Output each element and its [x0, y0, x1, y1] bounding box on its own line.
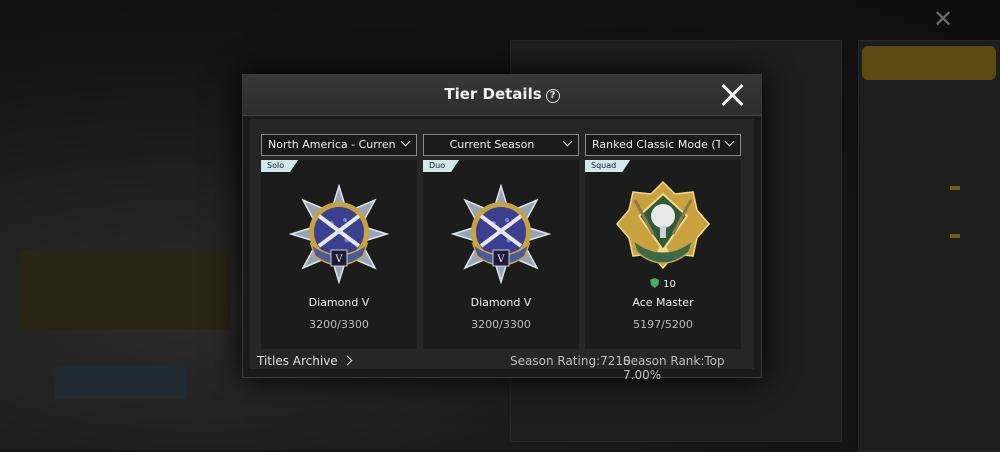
tier-points: 5197/5200 — [633, 318, 693, 331]
chevron-right-icon — [342, 355, 353, 366]
modal-body: North America - Current Current Season R… — [250, 119, 754, 369]
season-rank: Season Rank:Top 7.00% — [623, 354, 725, 382]
chevron-down-icon — [400, 136, 411, 147]
ace-master-badge-icon — [616, 180, 710, 270]
season-dropdown[interactable]: Current Season — [423, 134, 579, 156]
tier-name: Diamond V — [308, 296, 370, 309]
tier-points: 3200/3300 — [309, 318, 369, 331]
region-dropdown-value: North America - Current — [268, 138, 396, 151]
tier-name: Ace Master — [632, 296, 694, 309]
season-rating: Season Rating:7210 — [510, 354, 631, 368]
tier-card-duo[interactable]: Duo V Diamond V 3200/3300 — [423, 160, 579, 349]
region-dropdown[interactable]: North America - Current — [261, 134, 417, 156]
mode-tag: Duo — [423, 160, 459, 172]
mode-dropdown-value: Ranked Classic Mode (TPP) — [592, 138, 720, 151]
background-button — [55, 365, 187, 399]
titles-archive-link[interactable]: Titles Archive — [257, 354, 353, 368]
titles-archive-label: Titles Archive — [257, 354, 338, 368]
tier-name: Diamond V — [470, 296, 532, 309]
background-side-menu — [858, 40, 1000, 452]
background-close-icon: ✕ — [933, 5, 954, 33]
tier-details-modal: Tier Details? North America - Current Cu… — [242, 74, 762, 382]
modal-header: Tier Details? — [243, 75, 761, 116]
background-active-tab — [862, 46, 996, 80]
level-row: 10 — [585, 278, 741, 290]
help-icon[interactable]: ? — [545, 89, 560, 103]
mode-tag: Squad — [585, 160, 630, 172]
svg-text:V: V — [496, 254, 505, 265]
diamond-badge-icon: V — [451, 184, 551, 284]
chevron-down-icon — [562, 136, 573, 147]
close-icon[interactable] — [719, 81, 747, 109]
mode-tag: Solo — [261, 160, 298, 172]
tier-card-squad[interactable]: Squad 10 Ace Master 5197/5200 — [585, 160, 741, 349]
diamond-badge-icon: V — [289, 184, 389, 284]
background-chip — [950, 186, 960, 190]
mode-dropdown[interactable]: Ranked Classic Mode (TPP) — [585, 134, 741, 156]
shield-icon — [650, 278, 660, 288]
tier-points: 3200/3300 — [471, 318, 531, 331]
background-chip — [950, 234, 960, 238]
chevron-down-icon — [724, 136, 735, 147]
level-value: 10 — [663, 279, 676, 290]
modal-title: Tier Details? — [243, 85, 761, 103]
tier-card-solo[interactable]: Solo V Diamond V 3200/3300 — [261, 160, 417, 349]
modal-title-text: Tier Details — [444, 85, 542, 103]
season-dropdown-value: Current Season — [449, 138, 535, 151]
svg-text:V: V — [334, 254, 343, 265]
background-vehicle — [20, 250, 230, 330]
